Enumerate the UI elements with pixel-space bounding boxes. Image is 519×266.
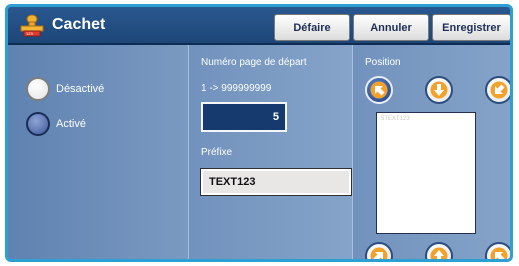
stamp-state-panel: Désactivé Activé	[8, 45, 188, 259]
option-enabled-label: Activé	[56, 118, 86, 130]
arrow-up-left-icon	[370, 81, 388, 99]
header-bar: 123 Cachet Défaire Annuler Enregistrer	[8, 7, 510, 45]
svg-text:123: 123	[26, 31, 33, 36]
arrow-down-icon	[430, 81, 448, 99]
start-page-label: Numéro page de départ	[201, 57, 307, 68]
cancel-button[interactable]: Annuler	[353, 14, 429, 41]
radio-enabled[interactable]	[26, 112, 50, 136]
range-label: 1 -> 999999999	[201, 83, 272, 94]
start-page-value: 5	[272, 111, 279, 123]
position-top-right-button[interactable]	[485, 76, 510, 104]
start-page-field[interactable]: 5	[201, 102, 287, 132]
prefix-field[interactable]: TEXT123	[200, 168, 352, 196]
arrow-up-left-icon	[490, 247, 508, 259]
undo-button[interactable]: Défaire	[274, 14, 350, 41]
position-label: Position	[365, 57, 401, 68]
prefix-label: Préfixe	[201, 147, 233, 158]
arrow-up-right-icon	[370, 247, 388, 259]
arrow-up-icon	[430, 247, 448, 259]
radio-disabled[interactable]	[26, 77, 50, 101]
position-bottom-center-button[interactable]	[425, 242, 453, 259]
window-frame: 123 Cachet Défaire Annuler Enregistrer D…	[5, 4, 513, 262]
position-top-left-button[interactable]	[365, 76, 393, 104]
stamp-icon: 123	[18, 13, 46, 37]
option-disabled[interactable]: Désactivé	[26, 77, 104, 101]
title-wrap: 123 Cachet	[18, 13, 105, 37]
position-bottom-right-button[interactable]	[485, 242, 510, 259]
position-bottom-left-button[interactable]	[365, 242, 393, 259]
page-title: Cachet	[52, 16, 106, 33]
position-top-center-button[interactable]	[425, 76, 453, 104]
preview-text: 5TEXT123	[381, 116, 410, 122]
arrow-down-left-icon	[490, 81, 508, 99]
stamp-position-preview: 5TEXT123	[376, 112, 476, 234]
option-disabled-label: Désactivé	[56, 83, 105, 95]
save-button[interactable]: Enregistrer	[432, 14, 510, 41]
prefix-value: TEXT123	[209, 176, 256, 188]
content-area: Désactivé Activé Numéro page de départ 1…	[8, 45, 510, 259]
option-enabled[interactable]: Activé	[26, 112, 86, 136]
